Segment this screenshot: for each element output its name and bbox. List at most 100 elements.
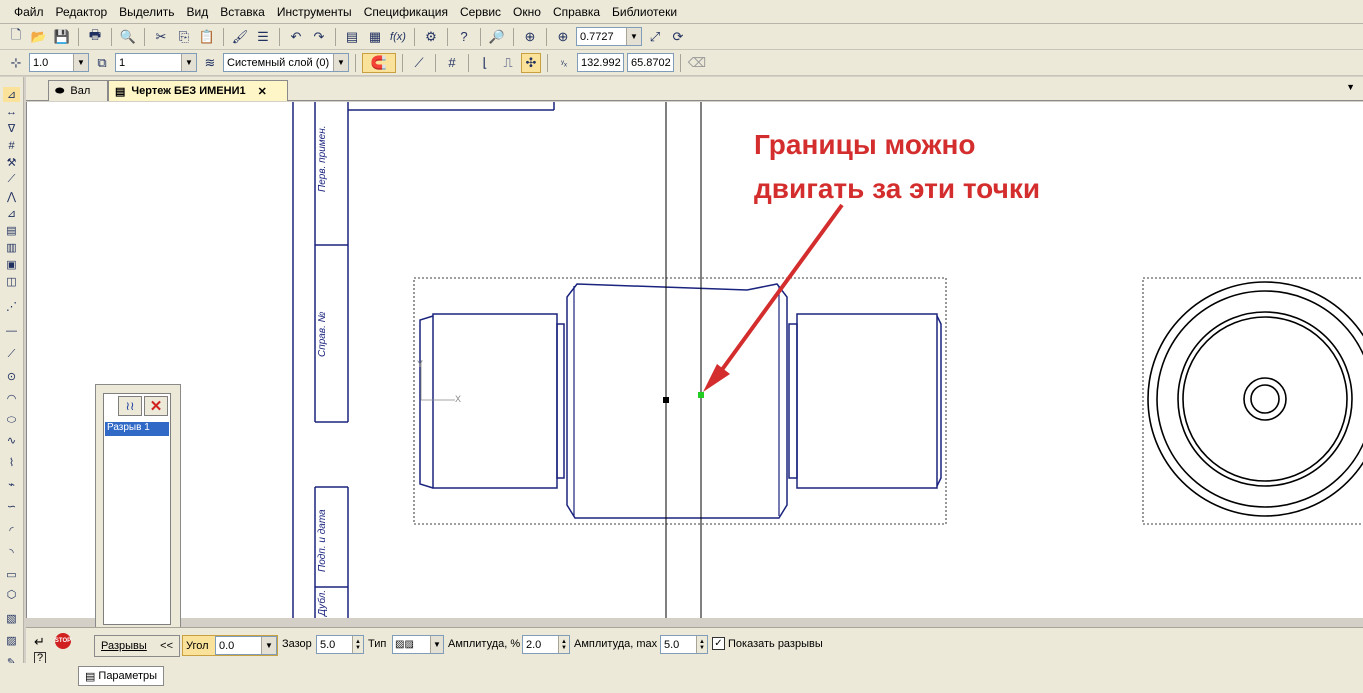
coord-y-field[interactable]: 65.8702 bbox=[627, 53, 674, 72]
round-icon[interactable]: ⎍ bbox=[498, 53, 518, 73]
manager-icon[interactable]: ▤ bbox=[342, 27, 362, 47]
contour-icon[interactable]: ▨ bbox=[3, 633, 20, 648]
chevron-down-icon[interactable]: ▼ bbox=[261, 637, 276, 654]
variables-icon[interactable]: ▦ bbox=[365, 27, 385, 47]
view-3d-icon[interactable]: ◫ bbox=[3, 274, 20, 289]
breaks-list[interactable]: ≀≀ ✕ Разрыв 1 bbox=[103, 393, 171, 625]
library-icon[interactable]: ⚙ bbox=[421, 27, 441, 47]
preview-icon[interactable]: 🔍 bbox=[118, 27, 138, 47]
menu-edit[interactable]: Редактор bbox=[50, 5, 114, 19]
collapse-button[interactable]: << bbox=[160, 640, 173, 652]
amplitude-stepper[interactable]: 2.0 ▲ ▼ bbox=[522, 635, 570, 654]
paste-icon[interactable]: 📋 bbox=[197, 27, 217, 47]
table-icon[interactable]: ▤ bbox=[3, 223, 20, 238]
breaks-panel-tab[interactable]: Разрывы << bbox=[94, 635, 180, 657]
ortho-icon[interactable]: ⟋ bbox=[409, 53, 429, 73]
designations-icon[interactable]: ∇ bbox=[3, 121, 20, 136]
spline-icon[interactable]: ⌁ bbox=[3, 477, 20, 492]
chamfer-icon[interactable]: ◝ bbox=[3, 545, 20, 560]
geometry-icon[interactable]: ⊿ bbox=[3, 87, 20, 102]
enter-icon[interactable]: ↵ bbox=[34, 634, 45, 650]
menu-libraries[interactable]: Библиотеки bbox=[606, 5, 683, 19]
spin-icon[interactable]: ▲ ▼ bbox=[696, 636, 707, 653]
open-folder-icon[interactable]: 📂 bbox=[29, 27, 49, 47]
amplitude-max-stepper[interactable]: 5.0 ▲ ▼ bbox=[660, 635, 708, 654]
zoom-combo[interactable]: 0.7727 ▼ bbox=[576, 27, 642, 46]
nurbs-icon[interactable]: ∽ bbox=[3, 499, 20, 514]
delete-icon[interactable]: ✕ bbox=[144, 396, 168, 416]
tab-drawing[interactable]: ▤ Чертеж БЕЗ ИМЕНИ1 ✕ bbox=[108, 80, 288, 101]
snap-magnet-icon[interactable]: 🧲 bbox=[362, 52, 396, 73]
grid-icon[interactable]: # bbox=[442, 53, 462, 73]
polygon-icon[interactable]: ⬡ bbox=[3, 587, 20, 602]
chevron-down-icon[interactable]: ▼ bbox=[333, 54, 348, 71]
polyline-icon[interactable]: ⌇ bbox=[3, 455, 20, 470]
redo-icon[interactable]: ↷ bbox=[309, 27, 329, 47]
bezier-icon[interactable]: ∿ bbox=[3, 433, 20, 448]
help-arrow-icon[interactable]: ? bbox=[454, 27, 474, 47]
menu-service[interactable]: Сервис bbox=[454, 5, 507, 19]
menu-file[interactable]: Файл bbox=[8, 5, 50, 19]
pan-icon[interactable]: ⤢ bbox=[645, 27, 665, 47]
show-breaks-checkbox[interactable]: ✓ bbox=[712, 637, 725, 650]
cut-icon[interactable]: ✂ bbox=[151, 27, 171, 47]
report-icon[interactable]: ▥ bbox=[3, 240, 20, 255]
fillet-icon[interactable]: ◜ bbox=[3, 523, 20, 538]
measure-icon[interactable]: ⟋ bbox=[3, 172, 20, 187]
fragment-icon[interactable]: ⊿ bbox=[3, 206, 20, 221]
menu-help[interactable]: Справка bbox=[547, 5, 606, 19]
tab-shaft[interactable]: ⬬ Вал bbox=[48, 80, 108, 101]
save-icon[interactable]: 💾 bbox=[52, 27, 72, 47]
view-combo[interactable]: 1 ▼ bbox=[115, 53, 197, 72]
chevron-down-icon[interactable]: ▼ bbox=[181, 54, 196, 71]
menu-select[interactable]: Выделить bbox=[113, 5, 180, 19]
copy-icon[interactable]: ⎘ bbox=[174, 27, 194, 47]
stop-icon[interactable]: STOP bbox=[55, 633, 71, 649]
zoom-window-icon[interactable]: 🔎 bbox=[487, 27, 507, 47]
function-icon[interactable]: f(x) bbox=[388, 27, 408, 47]
snap-coord-icon[interactable]: ✣ bbox=[521, 52, 541, 73]
break-handle-right[interactable] bbox=[698, 392, 704, 398]
spin-icon[interactable]: ▲ ▼ bbox=[558, 636, 569, 653]
dimensions-icon[interactable]: ↔ bbox=[3, 104, 20, 119]
chevron-down-icon[interactable]: ▼ bbox=[626, 28, 641, 45]
line-icon[interactable]: — bbox=[3, 323, 20, 338]
step-combo[interactable]: 1.0 ▼ bbox=[29, 53, 89, 72]
menu-view[interactable]: Вид bbox=[181, 5, 215, 19]
gap-stepper[interactable]: 5.0 ▲ ▼ bbox=[316, 635, 364, 654]
chevron-down-icon[interactable]: ▼ bbox=[73, 54, 88, 71]
point-icon[interactable]: ⋰ bbox=[3, 299, 20, 314]
angle-combo[interactable]: 0.0 ▼ bbox=[215, 636, 277, 655]
zoom-in-icon[interactable]: ⊕ bbox=[553, 27, 573, 47]
drawing-canvas[interactable]: Перв. примен. Справ. № Подп. и дата Дубл… bbox=[26, 102, 1363, 618]
arc-icon[interactable]: ◠ bbox=[3, 391, 20, 406]
rectangle-icon[interactable]: ▭ bbox=[3, 567, 20, 582]
select-icon[interactable]: ⋀ bbox=[3, 189, 20, 204]
edit-icon[interactable]: # bbox=[3, 138, 20, 153]
properties-icon[interactable]: ☰ bbox=[253, 27, 273, 47]
circle-icon[interactable]: ⊙ bbox=[3, 369, 20, 384]
format-brush-icon[interactable]: 🖌 bbox=[230, 27, 250, 47]
local-cs-icon[interactable]: ⌊ bbox=[475, 53, 495, 73]
ellipse-icon[interactable]: ⬭ bbox=[3, 413, 20, 428]
menu-insert[interactable]: Вставка bbox=[214, 5, 271, 19]
close-icon[interactable]: ✕ bbox=[258, 85, 267, 98]
print-icon[interactable]: 🖶 bbox=[85, 27, 105, 47]
spin-icon[interactable]: ▲ ▼ bbox=[352, 636, 363, 653]
refresh-icon[interactable]: ⟳ bbox=[668, 27, 688, 47]
parametrization-icon[interactable]: ⚒ bbox=[3, 155, 20, 170]
list-item[interactable]: Разрыв 1 bbox=[105, 422, 169, 436]
break-handle-left[interactable] bbox=[663, 397, 669, 403]
menu-tools[interactable]: Инструменты bbox=[271, 5, 358, 19]
menu-specification[interactable]: Спецификация bbox=[358, 5, 454, 19]
tabs-menu-icon[interactable]: ▼ bbox=[1346, 82, 1355, 92]
spec-icon[interactable]: ▣ bbox=[3, 257, 20, 272]
eraser-icon[interactable]: ⌫ bbox=[687, 53, 707, 73]
layer-combo[interactable]: Системный слой (0) ▼ bbox=[223, 53, 349, 72]
coord-x-field[interactable]: 132.992 bbox=[577, 53, 624, 72]
segment-icon[interactable]: ⟋ bbox=[3, 347, 20, 362]
undo-icon[interactable]: ↶ bbox=[286, 27, 306, 47]
hatch-icon[interactable]: ▧ bbox=[3, 611, 20, 626]
chevron-down-icon[interactable]: ▼ bbox=[430, 636, 443, 653]
view-frame-side[interactable] bbox=[1142, 277, 1363, 525]
